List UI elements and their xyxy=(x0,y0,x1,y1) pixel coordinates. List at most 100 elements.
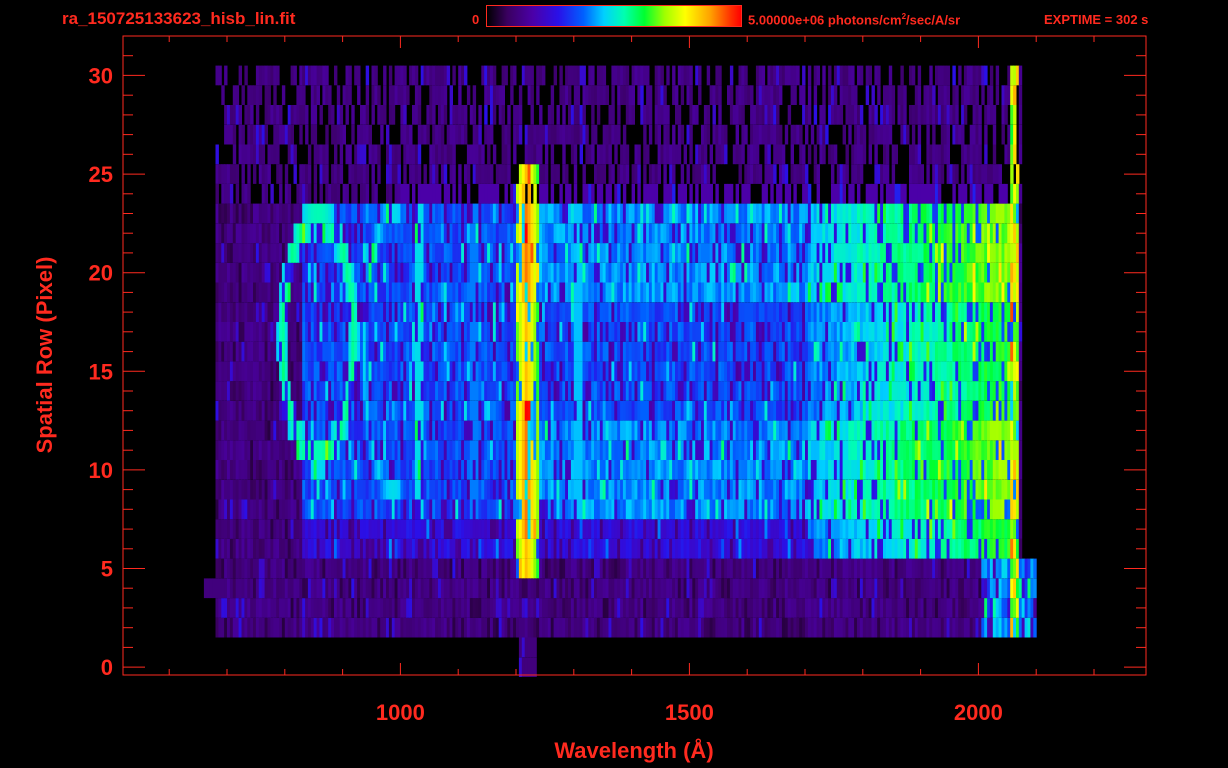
heatmap-cell xyxy=(215,617,219,638)
heatmap-cell xyxy=(952,440,956,460)
heatmap-cell xyxy=(885,598,890,618)
heatmap-cell xyxy=(544,598,549,618)
heatmap-cell xyxy=(536,420,540,441)
heatmap-cell xyxy=(429,381,433,401)
heatmap-cell xyxy=(753,578,757,599)
heatmap-cell xyxy=(981,538,985,559)
heatmap-cell xyxy=(513,440,517,460)
heatmap-cell xyxy=(310,282,315,303)
heatmap-cell xyxy=(715,460,719,480)
heatmap-cell xyxy=(989,578,994,599)
heatmap-cell xyxy=(686,322,690,342)
heatmap-cell xyxy=(779,578,783,599)
heatmap-cell xyxy=(625,420,630,441)
heatmap-cell xyxy=(547,598,552,618)
heatmap-cell xyxy=(989,400,994,421)
heatmap-cell xyxy=(492,479,497,500)
heatmap-cell xyxy=(336,519,341,539)
heatmap-cell xyxy=(813,361,818,382)
heatmap-cell xyxy=(888,420,893,441)
heatmap-cell xyxy=(810,381,815,401)
heatmap-cell xyxy=(313,578,318,599)
heatmap-cell xyxy=(940,617,945,638)
heatmap-cell xyxy=(776,578,780,599)
heatmap-cell xyxy=(579,617,583,638)
heatmap-cell xyxy=(417,381,422,401)
heatmap-cell xyxy=(1013,460,1017,480)
heatmap-cell xyxy=(446,341,451,362)
heatmap-cell xyxy=(622,598,627,618)
heatmap-cell xyxy=(1010,302,1014,322)
heatmap-cell xyxy=(487,538,491,559)
heatmap-cell xyxy=(414,460,419,480)
heatmap-cell xyxy=(307,578,312,599)
heatmap-cell xyxy=(273,558,277,579)
heatmap-cell xyxy=(706,400,711,421)
heatmap-cell xyxy=(360,361,364,382)
heatmap-cell xyxy=(238,499,242,520)
heatmap-cell xyxy=(695,400,699,421)
heatmap-cell xyxy=(1018,381,1023,401)
heatmap-cell xyxy=(981,420,985,441)
heatmap-cell xyxy=(666,617,670,638)
heatmap-cell xyxy=(1007,519,1011,539)
heatmap-cell xyxy=(406,578,410,599)
heatmap-cell xyxy=(972,617,976,638)
heatmap-cell xyxy=(336,479,341,500)
heatmap-cell xyxy=(287,479,292,500)
heatmap-cell xyxy=(773,341,777,362)
heatmap-cell xyxy=(342,302,346,322)
heatmap-cell xyxy=(680,341,685,362)
heatmap-cell xyxy=(614,420,618,441)
heatmap-cell xyxy=(709,400,713,421)
heatmap-cell xyxy=(302,322,306,342)
heatmap-cell xyxy=(290,361,294,382)
heatmap-cell xyxy=(368,558,372,579)
heatmap-cell xyxy=(1007,381,1011,401)
heatmap-cell xyxy=(414,499,419,520)
heatmap-cell xyxy=(354,578,358,599)
heatmap-cell xyxy=(570,479,575,500)
heatmap-cell xyxy=(1001,499,1005,520)
heatmap-cell xyxy=(900,361,904,382)
heatmap-cell xyxy=(718,460,722,480)
heatmap-cell xyxy=(215,361,219,382)
heatmap-cell xyxy=(741,460,745,480)
heatmap-cell xyxy=(605,479,609,500)
heatmap-cell xyxy=(299,302,303,322)
heatmap-cell xyxy=(862,420,867,441)
heatmap-cell xyxy=(354,440,358,460)
heatmap-cell xyxy=(989,302,994,322)
heatmap-cell xyxy=(718,598,722,618)
heatmap-cell xyxy=(518,598,523,618)
heatmap-cell xyxy=(724,381,728,401)
heatmap-cell xyxy=(386,322,390,342)
heatmap-cell xyxy=(718,519,722,539)
heatmap-cell xyxy=(255,440,260,460)
heatmap-cell xyxy=(409,420,413,441)
heatmap-cell xyxy=(469,538,474,559)
heatmap-cell xyxy=(750,282,754,303)
heatmap-cell xyxy=(822,302,826,322)
heatmap-cell xyxy=(377,361,381,382)
heatmap-cell xyxy=(868,302,872,322)
heatmap-cell xyxy=(698,617,702,638)
heatmap-cell xyxy=(781,302,786,322)
heatmap-cell xyxy=(857,519,861,539)
heatmap-cell xyxy=(351,538,355,559)
heatmap-cell xyxy=(940,302,945,322)
heatmap-cell xyxy=(692,381,696,401)
heatmap-cell xyxy=(628,460,633,480)
heatmap-cell xyxy=(281,322,286,342)
heatmap-cell xyxy=(758,538,763,559)
heatmap-cell xyxy=(628,578,633,599)
heatmap-cell xyxy=(651,322,656,342)
heatmap-cell xyxy=(680,322,685,342)
heatmap-cell xyxy=(686,578,690,599)
heatmap-cell xyxy=(1007,341,1011,362)
heatmap-cell xyxy=(371,460,375,480)
heatmap-cell xyxy=(937,400,942,421)
heatmap-cell xyxy=(487,598,491,618)
heatmap-cell xyxy=(412,538,416,559)
heatmap-cell xyxy=(521,322,526,342)
